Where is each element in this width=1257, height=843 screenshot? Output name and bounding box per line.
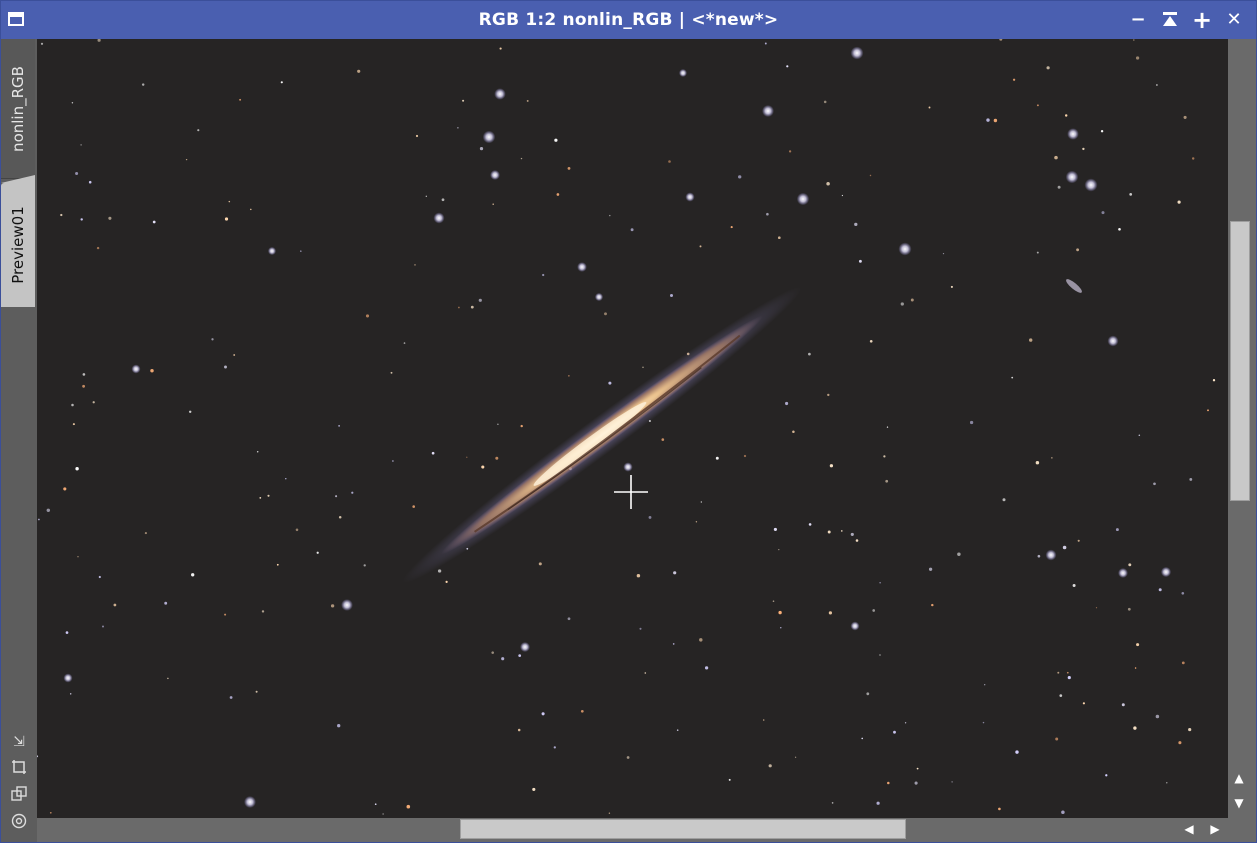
scroll-down-icon[interactable]: ▼ <box>1231 796 1247 810</box>
maximize-icon[interactable]: + <box>1192 8 1212 32</box>
close-icon[interactable]: ✕ <box>1224 10 1244 30</box>
image-window: RGB 1:2 nonlin_RGB | <*new*> − + ✕ nonli… <box>0 0 1257 843</box>
tab-preview-label: Preview01 <box>9 206 27 284</box>
scroll-corner <box>1228 818 1256 842</box>
scroll-up-icon[interactable]: ▲ <box>1231 771 1247 785</box>
crop-icon[interactable] <box>10 759 28 777</box>
tab-main-view-label: nonlin_RGB <box>9 65 27 152</box>
minimize-icon[interactable]: − <box>1128 10 1148 30</box>
title-bar[interactable]: RGB 1:2 nonlin_RGB | <*new*> − + ✕ <box>1 1 1256 39</box>
tab-main-view[interactable]: nonlin_RGB <box>1 39 35 179</box>
image-viewport[interactable] <box>37 39 1228 818</box>
vertical-scroll-thumb[interactable] <box>1230 221 1250 501</box>
horizontal-scrollbar[interactable]: ◀ ▶ <box>37 818 1228 842</box>
shade-icon[interactable] <box>1160 10 1180 30</box>
resize-corner-icon[interactable]: ⇲ <box>10 733 28 751</box>
vertical-scrollbar[interactable]: ▲ ▼ <box>1228 39 1256 818</box>
clone-icon[interactable] <box>10 786 28 804</box>
scroll-right-icon[interactable]: ▶ <box>1207 822 1223 836</box>
window-title: RGB 1:2 nonlin_RGB | <*new*> <box>478 10 779 30</box>
horizontal-scroll-thumb[interactable] <box>460 819 906 839</box>
view-tab-strip: nonlin_RGB Preview01 ⇲ <box>1 39 37 842</box>
astro-image[interactable] <box>37 39 1228 818</box>
target-icon[interactable] <box>10 813 28 831</box>
tab-preview[interactable]: Preview01 <box>1 175 35 307</box>
scroll-left-icon[interactable]: ◀ <box>1181 822 1197 836</box>
